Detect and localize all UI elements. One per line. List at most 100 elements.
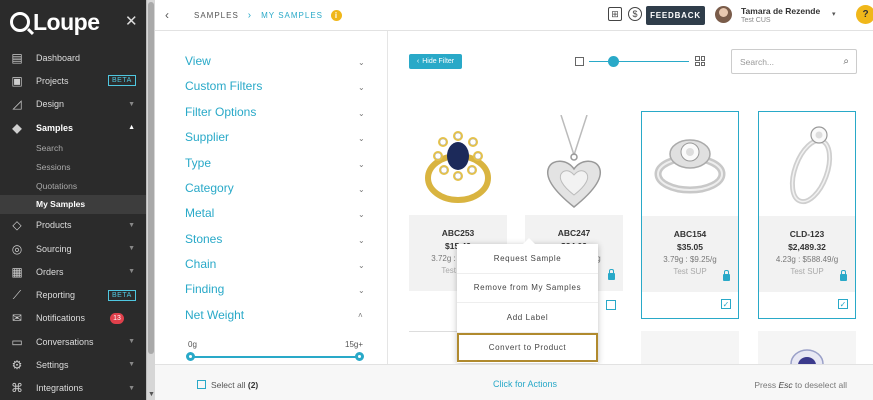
loupe-logo[interactable]: Loupe	[10, 9, 100, 35]
sample-code: CLD-123	[789, 229, 825, 239]
net-weight-min-handle[interactable]	[186, 352, 195, 361]
clipboard-icon: ▦	[11, 264, 23, 279]
sidebar-item-sourcing[interactable]: ◎ Sourcing ▼	[0, 237, 146, 260]
convert-to-product-menu-item[interactable]: Convert to Product	[457, 332, 598, 362]
chevron-down-icon[interactable]: ⌄	[358, 134, 365, 143]
select-all-checkbox[interactable]	[197, 380, 206, 389]
thumbnail-size-slider[interactable]	[589, 61, 689, 62]
sidebar-item-label: Integrations	[36, 383, 84, 394]
user-org: Test CUS	[741, 17, 771, 24]
scroll-down-icon[interactable]: ▼	[148, 391, 155, 398]
scrollbar-thumb[interactable]	[148, 2, 154, 354]
chevron-down-icon: ▼	[128, 361, 135, 369]
chevron-down-icon[interactable]: ⌄	[358, 261, 365, 270]
user-name[interactable]: Tamara de Rezende	[741, 6, 820, 16]
chevron-down-icon[interactable]: ⌄	[358, 185, 365, 194]
sidebar-subitem-sessions[interactable]: Sessions	[0, 158, 146, 177]
chevron-down-icon[interactable]: ⌄	[358, 58, 365, 67]
sidebar-item-dashboard[interactable]: ▤ Dashboard	[0, 46, 146, 69]
sidebar-item-label: Products	[36, 220, 72, 231]
select-checkbox[interactable]: ✓	[721, 299, 731, 309]
sitemap-icon[interactable]: ⊞	[608, 7, 622, 21]
sidebar-item-label: Settings	[36, 359, 69, 370]
search-icon[interactable]: ⌕	[843, 56, 849, 67]
avatar[interactable]	[715, 6, 732, 23]
chevron-down-icon[interactable]: ⌄	[358, 160, 365, 169]
breadcrumb-separator-icon: ›	[247, 10, 253, 21]
filter-view[interactable]: View	[185, 54, 211, 68]
loupe-icon	[10, 12, 30, 32]
feedback-button[interactable]: FEEDBACK	[646, 6, 705, 25]
diamond-ring-image	[642, 112, 738, 216]
sidebar-item-products[interactable]: ◇ Products ▼	[0, 214, 146, 237]
sidebar-scrollbar[interactable]: ▼	[146, 0, 155, 400]
chevron-down-icon[interactable]: ⌄	[358, 83, 365, 92]
filter-type[interactable]: Type	[185, 156, 211, 170]
chat-icon: ▭	[11, 334, 23, 349]
sample-card-partial[interactable]	[641, 331, 739, 364]
filter-category[interactable]: Category	[185, 181, 234, 195]
grid-view-icon[interactable]	[695, 56, 705, 66]
sidebar-item-samples[interactable]: ◆ Samples ▲	[0, 116, 146, 139]
filter-metal[interactable]: Metal	[185, 206, 214, 220]
sidebar-item-orders[interactable]: ▦ Orders ▼	[0, 260, 146, 283]
sidebar-item-notifications[interactable]: ✉ Notifications 13	[0, 307, 146, 330]
filter-finding[interactable]: Finding	[185, 282, 224, 296]
hide-filter-button[interactable]: ‹ Hide Filter	[409, 54, 462, 69]
dashboard-icon: ▤	[11, 50, 23, 65]
chevron-down-icon: ▼	[128, 245, 135, 252]
heart-locket-image	[525, 111, 623, 215]
net-weight-max-handle[interactable]	[355, 352, 364, 361]
chevron-down-icon: ▼	[128, 221, 135, 229]
sample-card[interactable]: ABC154 $35.05 3.79g : $9.25/g Test SUP ✓	[641, 111, 739, 319]
currency-icon[interactable]: $	[628, 7, 642, 21]
thumbnail-size-handle[interactable]	[608, 56, 619, 67]
breadcrumb: SAMPLES › MY SAMPLES i	[194, 10, 343, 21]
select-checkbox[interactable]: ✓	[838, 299, 848, 309]
sidebar-item-conversations[interactable]: ▭ Conversations ▼	[0, 330, 146, 353]
sidebar-subitem-search[interactable]: Search	[0, 139, 146, 158]
select-all-label[interactable]: Select all (2)	[211, 380, 258, 390]
chevron-down-icon[interactable]: ⌄	[358, 236, 365, 245]
search-input[interactable]: Search... ⌕	[731, 49, 857, 74]
chevron-down-icon: ▼	[128, 384, 135, 392]
chevron-down-icon[interactable]: ⌄	[358, 286, 365, 295]
sample-code: ABC154	[673, 229, 707, 239]
beta-badge: BETA	[108, 289, 136, 301]
request-sample-menu-item[interactable]: Request Sample	[457, 244, 598, 274]
filter-chain[interactable]: Chain	[185, 257, 216, 271]
chevron-down-icon[interactable]: ⌄	[358, 210, 365, 219]
sidebar-item-label: Conversations	[36, 336, 94, 347]
back-chevron-icon[interactable]: ‹	[165, 8, 169, 22]
deselect-hint: Press Esc to deselect all	[754, 380, 847, 390]
sidebar-item-integrations[interactable]: ⌘ Integrations ▼	[0, 377, 146, 400]
filter-net-weight[interactable]: Net Weight	[185, 308, 244, 322]
filter-filter-options[interactable]: Filter Options	[185, 105, 256, 119]
sidebar-item-projects[interactable]: ▣ Projects BETA	[0, 69, 146, 92]
net-weight-slider-track[interactable]	[191, 356, 361, 358]
filter-stones[interactable]: Stones	[185, 232, 222, 246]
remove-from-my-samples-menu-item[interactable]: Remove from My Samples	[457, 274, 598, 303]
projects-icon: ▣	[11, 73, 23, 88]
click-for-actions-button[interactable]: Click for Actions	[493, 379, 557, 389]
info-icon[interactable]: i	[331, 10, 343, 21]
add-label-menu-item[interactable]: Add Label	[457, 303, 598, 333]
sidebar-item-label: Notifications	[36, 313, 86, 324]
help-button[interactable]: ?	[856, 5, 873, 24]
chevron-down-icon[interactable]: ⌄	[358, 109, 365, 118]
sidebar-item-settings[interactable]: ⚙ Settings ▼	[0, 353, 146, 376]
small-view-icon[interactable]	[575, 57, 584, 66]
breadcrumb-samples[interactable]: SAMPLES	[194, 11, 239, 20]
sidebar-subitem-my-samples[interactable]: My Samples	[0, 194, 146, 214]
sidebar-item-reporting[interactable]: ⟋ Reporting BETA	[0, 283, 146, 306]
sidebar-subitem-quotations[interactable]: Quotations	[0, 176, 146, 195]
select-checkbox[interactable]	[606, 300, 616, 310]
filter-supplier[interactable]: Supplier	[185, 130, 229, 144]
user-menu-chevron-icon[interactable]: ▾	[832, 10, 836, 18]
sample-card-partial[interactable]	[758, 331, 856, 379]
close-sidebar-icon[interactable]: ✕	[125, 12, 138, 30]
filter-custom-filters[interactable]: Custom Filters	[185, 79, 262, 93]
sidebar-item-design[interactable]: ◿ Design ▼	[0, 93, 146, 116]
sample-card[interactable]: CLD-123 $2,489.32 4.23g : $588.49/g Test…	[758, 111, 856, 319]
chevron-up-icon[interactable]: ˄	[358, 311, 363, 320]
